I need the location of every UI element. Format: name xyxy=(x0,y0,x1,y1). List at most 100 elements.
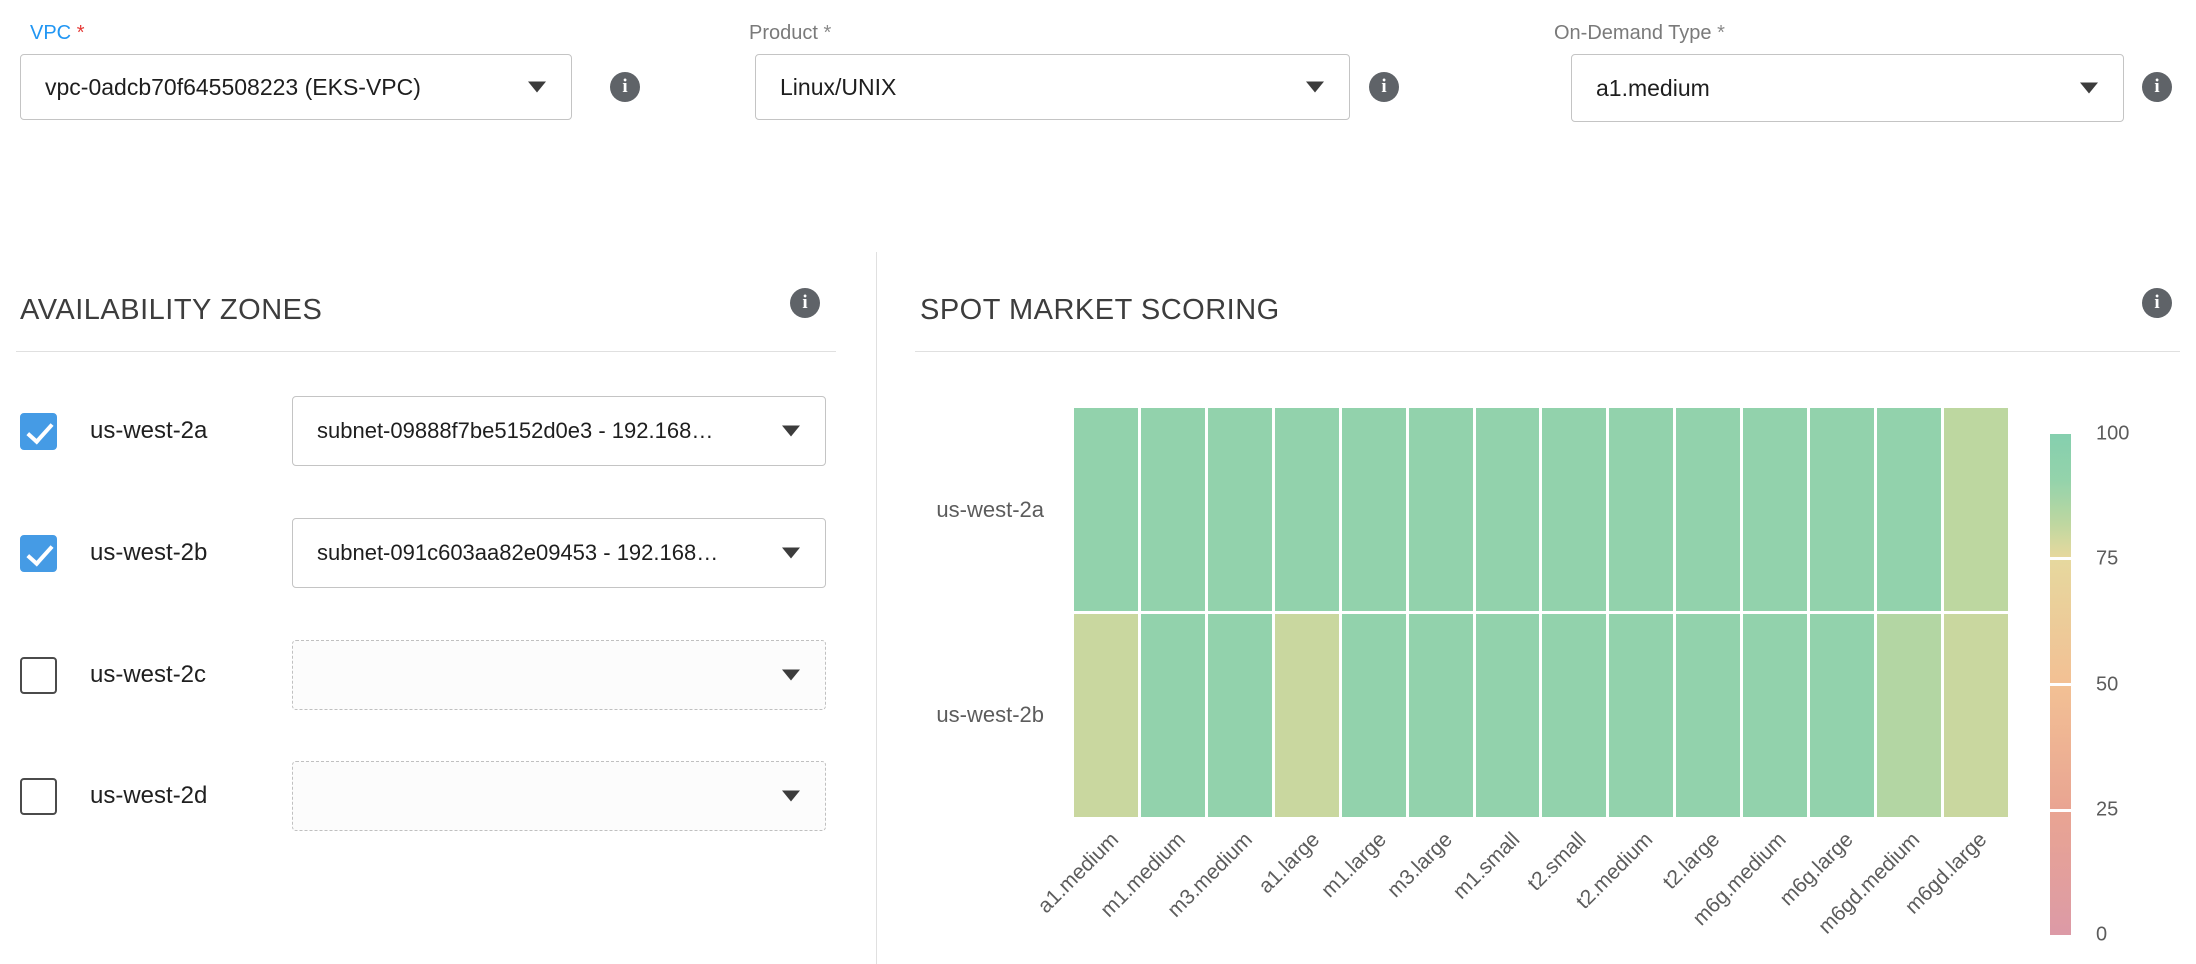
heatmap-row-label: us-west-2b xyxy=(876,613,1044,818)
availability-zones-divider xyxy=(16,351,836,352)
zone-checkbox-us-west-2b[interactable] xyxy=(20,535,57,572)
chevron-down-icon xyxy=(782,791,800,802)
zone-label: us-west-2d xyxy=(90,782,207,810)
heatmap-cell xyxy=(1141,408,1205,611)
heatmap-cell xyxy=(1609,408,1673,611)
vpc-select[interactable]: vpc-0adcb70f645508223 (EKS-VPC) xyxy=(20,54,572,120)
subnet-select-us-west-2c[interactable] xyxy=(292,640,826,710)
heatmap-x-label: t2.small xyxy=(1523,828,1591,896)
heatmap-cell xyxy=(1810,408,1874,611)
az-row: us-west-2a subnet-09888f7be5152d0e3 - 192… xyxy=(20,396,826,466)
zone-label: us-west-2b xyxy=(90,539,207,567)
heatmap-cell xyxy=(1409,614,1473,817)
colorbar-segment xyxy=(2050,434,2071,557)
heatmap-x-label: a1.large xyxy=(1254,828,1325,899)
subnet-select-us-west-2b[interactable]: subnet-091c603aa82e09453 - 192.168… xyxy=(292,518,826,588)
heatmap-cell xyxy=(1074,408,1138,611)
subnet-select-value: subnet-091c603aa82e09453 - 192.168… xyxy=(317,540,718,566)
heatmap-cell xyxy=(1342,408,1406,611)
spot-market-scoring-info-icon[interactable]: i xyxy=(2142,288,2172,318)
vpc-select-value: vpc-0adcb70f645508223 (EKS-VPC) xyxy=(45,74,421,101)
heatmap-cell xyxy=(1476,614,1540,817)
colorbar-segment xyxy=(2050,560,2071,683)
colorbar-segment xyxy=(2050,686,2071,809)
on-demand-type-label-text: On-Demand Type xyxy=(1554,22,1712,44)
zone-checkbox-us-west-2d[interactable] xyxy=(20,778,57,815)
subnet-select-us-west-2a[interactable]: subnet-09888f7be5152d0e3 - 192.168… xyxy=(292,396,826,466)
az-row: us-west-2d xyxy=(20,761,826,831)
product-select[interactable]: Linux/UNIX xyxy=(755,54,1350,120)
product-select-value: Linux/UNIX xyxy=(780,74,896,101)
spot-market-scoring-title: SPOT MARKET SCORING xyxy=(920,294,1280,327)
heatmap-cell xyxy=(1676,408,1740,611)
colorbar-segment xyxy=(2050,812,2071,935)
heatmap-cell xyxy=(1743,408,1807,611)
heatmap-x-label: m1.small xyxy=(1448,828,1524,904)
colorbar-tick-label: 100 xyxy=(2096,423,2129,446)
heatmap-x-label: m3.large xyxy=(1383,828,1458,903)
product-label-text: Product xyxy=(749,22,818,44)
product-required-asterisk: * xyxy=(824,22,832,44)
heatmap-cell xyxy=(1676,614,1740,817)
product-label: Product * xyxy=(749,22,831,45)
az-row: us-west-2b subnet-091c603aa82e09453 - 192… xyxy=(20,518,826,588)
spot-market-scoring-divider xyxy=(915,351,2180,352)
heatmap-cell xyxy=(1208,408,1272,611)
heatmap-cell xyxy=(1141,614,1205,817)
colorbar-tick-label: 75 xyxy=(2096,548,2118,571)
colorbar-tick-label: 50 xyxy=(2096,673,2118,696)
heatmap-cell xyxy=(1275,408,1339,611)
subnet-select-us-west-2d[interactable] xyxy=(292,761,826,831)
heatmap-cell xyxy=(1877,614,1941,817)
vpc-info-icon[interactable]: i xyxy=(610,72,640,102)
on-demand-type-info-icon[interactable]: i xyxy=(2142,72,2172,102)
heatmap-cell xyxy=(1877,408,1941,611)
chevron-down-icon xyxy=(782,670,800,681)
heatmap-x-label: t2.large xyxy=(1658,828,1725,895)
zone-label: us-west-2c xyxy=(90,661,206,689)
heatmap-cell xyxy=(1208,614,1272,817)
heatmap-cell xyxy=(1476,408,1540,611)
heatmap-grid xyxy=(1074,408,2008,817)
az-row: us-west-2c xyxy=(20,640,826,710)
availability-zones-info-icon[interactable]: i xyxy=(790,288,820,318)
on-demand-type-label: On-Demand Type * xyxy=(1554,22,1725,45)
on-demand-type-select-value: a1.medium xyxy=(1596,75,1710,102)
chevron-down-icon xyxy=(782,548,800,559)
heatmap-cell xyxy=(1409,408,1473,611)
chevron-down-icon xyxy=(1306,82,1324,93)
colorbar-tick-label: 25 xyxy=(2096,798,2118,821)
subnet-select-value: subnet-09888f7be5152d0e3 - 192.168… xyxy=(317,418,713,444)
chevron-down-icon xyxy=(782,426,800,437)
heatmap-cell xyxy=(1944,614,2008,817)
heatmap-colorbar-ticks: 1007550250 xyxy=(2096,434,2166,935)
heatmap-x-labels: a1.mediumm1.mediumm3.mediuma1.largem1.la… xyxy=(1074,822,2008,964)
zone-checkbox-us-west-2a[interactable] xyxy=(20,413,57,450)
zone-checkbox-us-west-2c[interactable] xyxy=(20,657,57,694)
heatmap-cell xyxy=(1275,614,1339,817)
chevron-down-icon xyxy=(2080,83,2098,94)
heatmap-cell xyxy=(1074,614,1138,817)
heatmap-cell xyxy=(1609,614,1673,817)
colorbar-tick-label: 0 xyxy=(2096,924,2107,947)
on-demand-type-select[interactable]: a1.medium xyxy=(1571,54,2124,122)
heatmap-cell xyxy=(1542,614,1606,817)
heatmap-y-labels: us-west-2aus-west-2b xyxy=(876,408,1044,817)
chevron-down-icon xyxy=(528,82,546,93)
zone-label: us-west-2a xyxy=(90,417,207,445)
heatmap-cell xyxy=(1342,614,1406,817)
heatmap-row-label: us-west-2a xyxy=(876,408,1044,613)
availability-zones-title: AVAILABILITY ZONES xyxy=(20,294,322,327)
heatmap-cell xyxy=(1743,614,1807,817)
heatmap-x-label: m1.large xyxy=(1316,828,1391,903)
vpc-required-asterisk: * xyxy=(77,22,85,44)
heatmap-cell xyxy=(1542,408,1606,611)
heatmap-cell xyxy=(1810,614,1874,817)
vpc-label: VPC * xyxy=(30,22,84,45)
on-demand-type-required-asterisk: * xyxy=(1717,22,1725,44)
vpc-label-text: VPC xyxy=(30,22,71,44)
spot-configuration-page: VPC * vpc-0adcb70f645508223 (EKS-VPC) i … xyxy=(0,0,2196,964)
heatmap-cell xyxy=(1944,408,2008,611)
heatmap-colorbar xyxy=(2050,434,2071,935)
product-info-icon[interactable]: i xyxy=(1369,72,1399,102)
